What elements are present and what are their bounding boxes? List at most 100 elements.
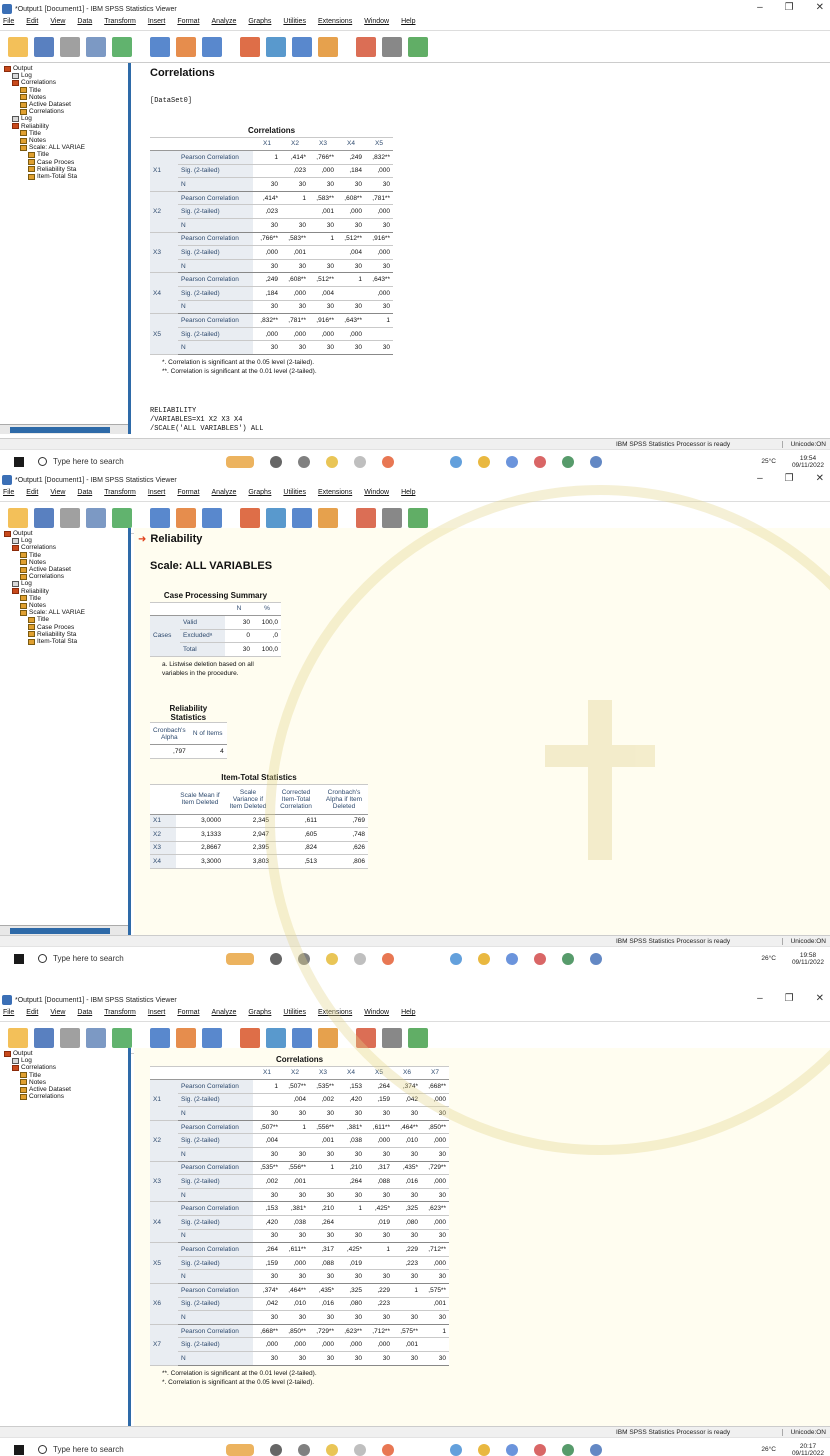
menu-utilities[interactable]: Utilities	[283, 1009, 306, 1021]
menu-analyze[interactable]: Analyze	[212, 489, 237, 501]
menu-graphs[interactable]: Graphs	[248, 1009, 271, 1021]
save-icon[interactable]	[34, 1027, 54, 1048]
menu-help[interactable]: Help	[401, 489, 415, 501]
chrome-icon[interactable]	[478, 952, 490, 965]
outline-item[interactable]: Correlations	[2, 1064, 128, 1071]
firefox-icon[interactable]	[382, 455, 394, 468]
outline-item[interactable]: Case Proces	[2, 624, 128, 631]
word-icon[interactable]	[590, 1443, 602, 1456]
outline-item[interactable]: Log	[2, 115, 128, 122]
menu-extensions[interactable]: Extensions	[318, 18, 352, 30]
outline-scrollbar[interactable]	[0, 424, 128, 434]
undo-icon[interactable]	[176, 1027, 196, 1048]
run-icon[interactable]	[408, 1027, 428, 1048]
spss-task-icon[interactable]	[506, 455, 518, 468]
outline-item[interactable]: Active Dataset	[2, 101, 128, 108]
print-preview-icon[interactable]	[86, 1027, 106, 1048]
goto-case-icon[interactable]	[266, 507, 286, 528]
output-pane[interactable]: ➜ Reliability Scale: ALL VARIABLES Case …	[134, 528, 830, 935]
menu-analyze[interactable]: Analyze	[212, 18, 237, 30]
outline-item[interactable]: Reliability	[2, 588, 128, 595]
home-icon[interactable]	[354, 952, 366, 965]
menu-edit[interactable]: Edit	[26, 489, 38, 501]
outline-item[interactable]: Title	[2, 130, 128, 137]
menu-analyze[interactable]: Analyze	[212, 1009, 237, 1021]
menu-edit[interactable]: Edit	[26, 18, 38, 30]
menu-file[interactable]: File	[3, 489, 14, 501]
menu-file[interactable]: File	[3, 18, 14, 30]
taskbar-search[interactable]: Type here to search	[38, 457, 218, 466]
chrome-icon[interactable]	[478, 1443, 490, 1456]
menu-transform[interactable]: Transform	[104, 489, 136, 501]
outline-pane[interactable]: Output Log Correlations Title Notes Active Da…	[0, 63, 131, 434]
print-preview-icon[interactable]	[86, 507, 106, 528]
menu-graphs[interactable]: Graphs	[248, 489, 271, 501]
outline-item[interactable]: Case Proces	[2, 159, 128, 166]
home-icon[interactable]	[354, 1443, 366, 1456]
word-icon[interactable]	[590, 455, 602, 468]
outline-item[interactable]: Title	[2, 595, 128, 602]
designate-window-icon[interactable]	[382, 507, 402, 528]
edge-icon[interactable]	[450, 1443, 462, 1456]
outline-item[interactable]: Correlations	[2, 79, 128, 86]
menu-utilities[interactable]: Utilities	[283, 489, 306, 501]
outline-item[interactable]: Notes	[2, 1079, 128, 1086]
maximize-icon[interactable]: ❐	[785, 2, 794, 13]
redo-icon[interactable]	[202, 1027, 222, 1048]
redo-icon[interactable]	[202, 507, 222, 528]
close-icon[interactable]: ✕	[816, 2, 824, 13]
task-view-icon[interactable]	[270, 1443, 282, 1456]
goto-data-icon[interactable]	[240, 507, 260, 528]
outline-item[interactable]: Output	[2, 1050, 128, 1057]
undo-icon[interactable]	[176, 36, 196, 57]
file-explorer-icon[interactable]	[326, 952, 338, 965]
variables-icon[interactable]	[318, 36, 338, 57]
menu-insert[interactable]: Insert	[148, 1009, 166, 1021]
menu-view[interactable]: View	[50, 489, 65, 501]
output-pane[interactable]: Correlations X1 X2 X3 X4 X5 X6 X7 X1 Pearson Corr…	[134, 1048, 830, 1426]
outline-pane[interactable]: Output Log Correlations Title Notes Active Da…	[0, 1048, 131, 1426]
goto-variable-icon[interactable]	[292, 507, 312, 528]
dialog-recall-icon[interactable]	[150, 1027, 170, 1048]
redo-icon[interactable]	[202, 36, 222, 57]
variables-icon[interactable]	[318, 1027, 338, 1048]
print-preview-icon[interactable]	[86, 36, 106, 57]
outline-item[interactable]: Notes	[2, 559, 128, 566]
outline-item[interactable]: Title	[2, 552, 128, 559]
news-widget-icon[interactable]	[226, 1443, 254, 1456]
outline-pane[interactable]: Output Log Correlations Title Notes Active Da…	[0, 528, 131, 935]
menu-edit[interactable]: Edit	[26, 1009, 38, 1021]
taskbar-search[interactable]: Type here to search	[38, 954, 218, 963]
run-icon[interactable]	[408, 507, 428, 528]
outline-item[interactable]: Log	[2, 580, 128, 587]
variables-icon[interactable]	[318, 507, 338, 528]
outline-item[interactable]: Log	[2, 72, 128, 79]
outline-item[interactable]: Active Dataset	[2, 566, 128, 573]
excel-icon[interactable]	[562, 952, 574, 965]
snap-icon[interactable]	[298, 455, 310, 468]
outline-item[interactable]: Reliability	[2, 123, 128, 130]
outline-item[interactable]: Output	[2, 530, 128, 537]
designate-window-icon[interactable]	[382, 1027, 402, 1048]
print-icon[interactable]	[60, 507, 80, 528]
menu-utilities[interactable]: Utilities	[283, 18, 306, 30]
menu-extensions[interactable]: Extensions	[318, 1009, 352, 1021]
edge-icon[interactable]	[450, 952, 462, 965]
chart-icon[interactable]	[356, 1027, 376, 1048]
dialog-recall-icon[interactable]	[150, 36, 170, 57]
chrome-icon[interactable]	[478, 455, 490, 468]
spss-task-icon[interactable]	[506, 1443, 518, 1456]
menu-insert[interactable]: Insert	[148, 18, 166, 30]
task-view-icon[interactable]	[270, 455, 282, 468]
save-icon[interactable]	[34, 507, 54, 528]
excel-icon[interactable]	[562, 455, 574, 468]
outline-item[interactable]: Title	[2, 87, 128, 94]
goto-case-icon[interactable]	[266, 1027, 286, 1048]
export-icon[interactable]	[112, 507, 132, 528]
windows-start-icon[interactable]	[14, 1444, 24, 1455]
outline-item[interactable]: Notes	[2, 137, 128, 144]
outline-scrollbar[interactable]	[0, 925, 128, 935]
menu-window[interactable]: Window	[364, 489, 389, 501]
open-icon[interactable]	[8, 507, 28, 528]
file-explorer-icon[interactable]	[326, 455, 338, 468]
